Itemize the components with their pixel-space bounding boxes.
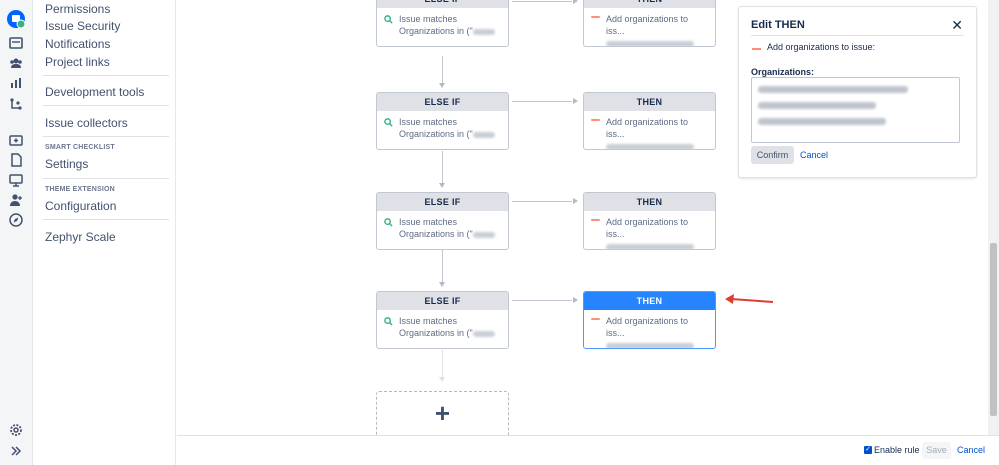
rule-footer: ✓ Enable rule Save Cancel: [177, 435, 999, 465]
enable-rule-label[interactable]: Enable rule: [874, 445, 920, 455]
expand-icon[interactable]: [8, 443, 24, 459]
sidebar-item-notifications[interactable]: Notifications: [45, 37, 110, 51]
sidebar-divider: [43, 219, 169, 220]
close-icon[interactable]: ✕: [951, 17, 963, 34]
sidebar-item-settings[interactable]: Settings: [45, 157, 88, 171]
condition-detail: Organizations in (": [399, 26, 473, 36]
action-text: Add organizations to iss...: [606, 217, 689, 239]
card-header: ELSE IF: [377, 292, 508, 310]
condition-text: Issue matches: [399, 316, 458, 326]
scrollbar-thumb[interactable]: [990, 243, 997, 416]
sidebar-item-permissions[interactable]: Permissions: [45, 2, 110, 16]
condition-detail: Organizations in (": [399, 129, 473, 139]
cancel-button[interactable]: Cancel: [957, 445, 985, 455]
search-icon: [384, 317, 393, 326]
panel-divider: [751, 35, 964, 36]
then-action-card[interactable]: THEN Add organizations to iss...: [583, 92, 716, 150]
search-icon: [384, 218, 393, 227]
sidebar-item-configuration[interactable]: Configuration: [45, 199, 116, 213]
else-if-condition-card[interactable]: ELSE IF Issue matches Organizations in (…: [376, 0, 509, 47]
sidebar-divider: [43, 105, 169, 106]
save-button[interactable]: Save: [922, 442, 951, 459]
organization-action-icon: [591, 219, 600, 221]
sidebar-divider: [43, 136, 169, 137]
then-action-card[interactable]: THEN Add organizations to iss...: [583, 0, 716, 47]
compass-icon[interactable]: [8, 212, 24, 228]
sidebar-section-smart-checklist: SMART CHECKLIST: [45, 144, 115, 151]
card-header: THEN: [584, 292, 715, 310]
reports-icon[interactable]: [8, 75, 24, 91]
condition-text: Issue matches: [399, 14, 458, 24]
action-text: Add organizations to iss...: [606, 316, 689, 338]
add-user-icon[interactable]: [8, 192, 24, 208]
card-header: ELSE IF: [377, 0, 508, 8]
card-header: THEN: [584, 93, 715, 111]
confirm-button[interactable]: Confirm: [751, 146, 794, 164]
people-icon[interactable]: [8, 55, 24, 71]
then-action-card[interactable]: THEN Add organizations to iss...: [583, 192, 716, 250]
card-header: ELSE IF: [377, 93, 508, 111]
panel-title: Edit THEN: [751, 19, 805, 31]
card-header: THEN: [584, 0, 715, 8]
search-icon: [384, 15, 393, 24]
action-text: Add organizations to iss...: [606, 117, 689, 139]
app-rail: [0, 0, 33, 465]
search-icon: [384, 118, 393, 127]
sidebar-divider: [43, 75, 169, 76]
sidebar-divider: [43, 178, 169, 179]
organization-action-icon: [591, 318, 600, 320]
sidebar-item-zephyr-scale[interactable]: Zephyr Scale: [45, 230, 116, 244]
card-header: THEN: [584, 193, 715, 211]
sidebar-section-theme-extension: THEME EXTENSION: [45, 186, 115, 193]
page-icon[interactable]: [8, 152, 24, 168]
sidebar-item-issue-security[interactable]: Issue Security: [45, 19, 120, 33]
components-icon[interactable]: [8, 96, 24, 112]
project-settings-sidebar: Permissions Issue Security Notifications…: [33, 0, 176, 465]
organization-action-icon: [591, 119, 600, 121]
add-issue-icon[interactable]: [8, 132, 24, 148]
project-avatar-icon[interactable]: [6, 9, 26, 29]
else-if-condition-card[interactable]: ELSE IF Issue matches Organizations in (…: [376, 291, 509, 349]
plus-icon: +: [434, 398, 451, 428]
else-if-condition-card[interactable]: ELSE IF Issue matches Organizations in (…: [376, 192, 509, 250]
else-if-condition-card[interactable]: ELSE IF Issue matches Organizations in (…: [376, 92, 509, 150]
sidebar-item-issue-collectors[interactable]: Issue collectors: [45, 116, 128, 130]
enable-rule-checkbox[interactable]: ✓: [864, 446, 872, 454]
organization-action-icon: [591, 16, 600, 18]
sidebar-item-project-links[interactable]: Project links: [45, 55, 110, 69]
condition-detail: Organizations in (": [399, 328, 473, 338]
sidebar-item-development-tools[interactable]: Development tools: [45, 85, 144, 99]
rule-canvas: ELSE IF Issue matches Organizations in (…: [177, 0, 999, 435]
board-icon[interactable]: [8, 35, 24, 51]
condition-text: Issue matches: [399, 217, 458, 227]
action-description: Add organizations to issue:: [767, 42, 876, 52]
organization-action-icon: [752, 48, 761, 50]
annotation-arrow-icon: [725, 294, 774, 304]
settings-icon[interactable]: [8, 422, 24, 438]
action-text: Add organizations to iss...: [606, 14, 689, 36]
cancel-link[interactable]: Cancel: [800, 146, 828, 164]
organizations-label: Organizations:: [751, 67, 815, 77]
card-header: ELSE IF: [377, 193, 508, 211]
add-component-button[interactable]: +: [376, 391, 509, 435]
condition-detail: Organizations in (": [399, 229, 473, 239]
then-action-card-selected[interactable]: THEN Add organizations to iss...: [583, 291, 716, 349]
edit-then-panel: Edit THEN ✕ Add organizations to issue: …: [738, 6, 977, 178]
desktop-icon[interactable]: [8, 172, 24, 188]
organizations-field[interactable]: [751, 77, 960, 143]
condition-text: Issue matches: [399, 117, 458, 127]
